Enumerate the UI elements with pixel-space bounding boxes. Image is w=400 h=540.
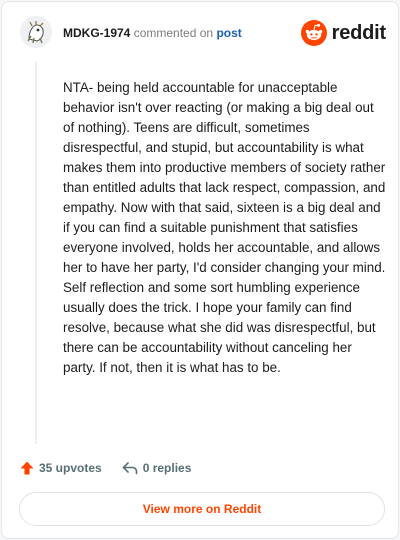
comment-meta: MDKG-1974 commented on post [63,26,242,40]
avatar[interactable] [20,16,52,48]
view-more-button[interactable]: View more on Reddit [19,492,385,526]
user-avatar-icon [20,16,52,48]
thread-line [35,62,37,444]
reddit-logo[interactable]: reddit [300,19,387,47]
reply-count: 0 replies [142,461,192,475]
post-link[interactable]: post [216,26,241,40]
arrow-up-icon [20,461,34,475]
action-text: commented on [133,26,214,40]
comment-footer: 35 upvotes 0 replies [20,458,191,478]
upvote-stat[interactable]: 35 upvotes [20,461,102,475]
reply-arrow-icon [122,462,138,475]
author-name[interactable]: MDKG-1974 [63,26,130,40]
comment-body: NTA- being held accountable for unaccept… [63,80,386,375]
reply-stat[interactable]: 0 replies [122,461,192,475]
reddit-snoo-icon [300,20,327,46]
comment-embed-card: MDKG-1974 commented on post reddit NTA- … [1,1,399,539]
brand-name: reddit [331,21,387,44]
upvote-count: 35 upvotes [39,461,102,475]
comment-header: MDKG-1974 commented on post reddit [20,16,386,54]
